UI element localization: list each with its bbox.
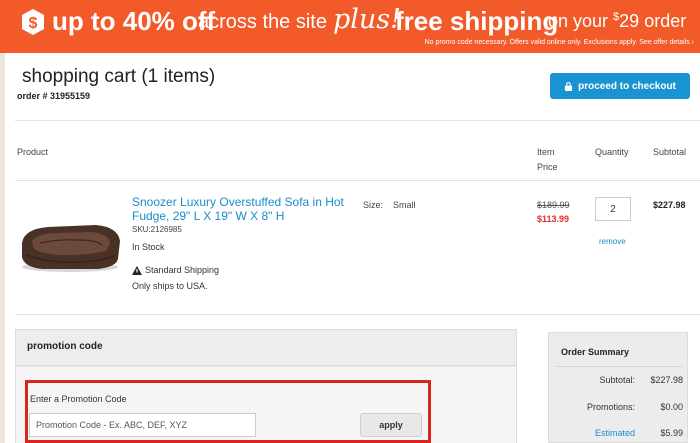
banner-scope: across the site (198, 11, 327, 33)
header-product: Product (17, 147, 49, 157)
apply-button[interactable]: apply (360, 413, 422, 437)
banner-fine-print[interactable]: No promo code necessary. Offers valid on… (425, 39, 694, 46)
shipping-restriction: Only ships to USA. (132, 281, 208, 291)
divider (556, 366, 683, 367)
dollar-tag-icon: $ (22, 9, 44, 35)
summary-promotions-value: $0.00 (660, 402, 683, 412)
estimated-shipping-link[interactable]: Estimated (555, 428, 635, 438)
sale-price: $113.99 (537, 214, 570, 224)
promotion-title: promotion code (27, 341, 103, 352)
header-item-price: Item Price (537, 147, 558, 172)
page-edge (0, 53, 5, 443)
summary-promotions-label: Promotions: (586, 402, 635, 412)
size-value: Small (393, 200, 416, 210)
header-quantity: Quantity (595, 147, 629, 157)
promo-code-input[interactable]: Promotion Code - Ex. ABC, DEF, XYZ (29, 413, 256, 437)
summary-subtotal-label: Subtotal: (599, 375, 635, 385)
truck-icon (132, 265, 142, 275)
promotion-header: promotion code (16, 330, 516, 366)
proceed-to-checkout-button[interactable]: proceed to checkout (550, 73, 690, 99)
remove-link[interactable]: remove (599, 237, 626, 246)
quantity-input[interactable]: 2 (595, 197, 631, 221)
banner-discount: up to 40% off (52, 6, 216, 36)
product-image[interactable] (18, 215, 123, 273)
line-subtotal: $227.98 (653, 200, 686, 210)
banner-free-shipping: free shipping (395, 6, 559, 36)
checkout-label: proceed to checkout (578, 80, 676, 92)
page-title: shopping cart (1 items) (22, 66, 216, 87)
promo-input-label: Enter a Promotion Code (30, 394, 127, 404)
summary-estimated-value: $5.99 (660, 428, 683, 438)
banner-plus: plus! (333, 4, 402, 35)
banner-threshold: on your $29 order (548, 11, 687, 31)
size-label: Size: (363, 200, 384, 210)
divider (15, 180, 700, 181)
lock-icon (564, 81, 573, 91)
product-sku: SKU:2126985 (132, 225, 182, 234)
shipping-method: Standard Shipping (132, 265, 219, 275)
divider (15, 120, 700, 121)
shipping-label: Standard Shipping (145, 265, 220, 275)
stock-status: In Stock (132, 242, 165, 252)
header-subtotal: Subtotal (653, 147, 687, 157)
order-summary-title: Order Summary (561, 347, 630, 357)
order-number: order # 31955159 (17, 91, 91, 101)
product-name-link[interactable]: Snoozer Luxury Overstuffed Sofa in Hot F… (132, 195, 352, 223)
promo-banner[interactable]: $ up to 40% off across the site plus! fr… (0, 0, 700, 53)
original-price: $189.99 (537, 200, 570, 210)
svg-text:$: $ (29, 15, 38, 32)
summary-subtotal-value: $227.98 (650, 375, 683, 385)
divider (15, 314, 700, 315)
